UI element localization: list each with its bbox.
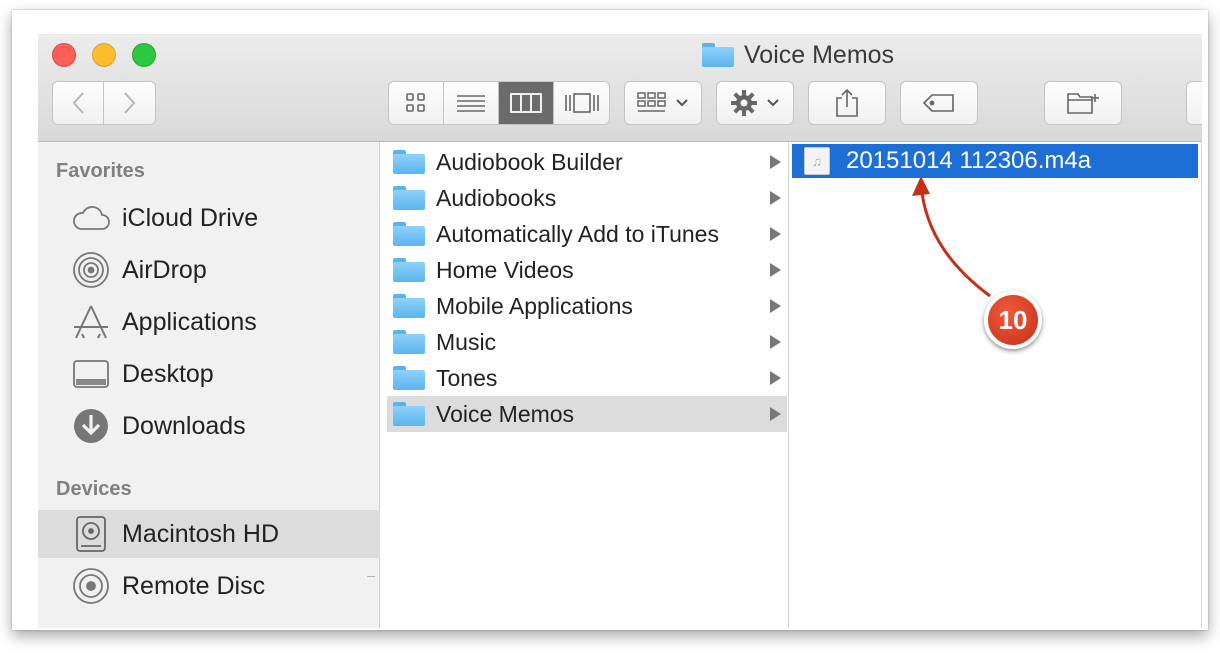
- tag-icon: [922, 94, 954, 112]
- minimize-button[interactable]: [92, 43, 116, 67]
- sidebar-item-label: Downloads: [122, 411, 246, 440]
- file-row-label: 20151014 112306.m4a: [846, 147, 1092, 174]
- annotation-badge: 10: [984, 291, 1042, 349]
- tag-button[interactable]: [900, 81, 978, 125]
- folder-row-label: Voice Memos: [436, 400, 575, 427]
- folder-icon: [393, 366, 425, 390]
- gear-icon: [731, 90, 757, 116]
- downloads-icon: [72, 407, 110, 445]
- sidebar-item-applications[interactable]: Applications: [38, 298, 380, 346]
- zoom-button[interactable]: [132, 43, 156, 67]
- back-forward-control: [52, 81, 156, 125]
- icon-view-button[interactable]: [389, 82, 444, 124]
- folder-row[interactable]: Mobile Applications: [387, 288, 787, 324]
- folder-icon: [393, 186, 425, 210]
- hard-drive-icon: [72, 515, 110, 553]
- close-button[interactable]: [52, 43, 76, 67]
- column-view-button[interactable]: [499, 82, 554, 124]
- disc-icon: [72, 567, 110, 605]
- share-icon: [836, 88, 858, 117]
- disclosure-arrow-icon: [770, 407, 781, 421]
- folder-row[interactable]: Tones: [387, 360, 787, 396]
- folder-row-selected[interactable]: Voice Memos: [387, 396, 787, 432]
- folder-icon: [393, 258, 425, 282]
- forward-button[interactable]: [104, 82, 155, 124]
- toolbar: Voice Memos: [38, 34, 1202, 142]
- folder-icon: [393, 402, 425, 426]
- folder-row-label: Audiobooks: [436, 184, 557, 211]
- back-button[interactable]: [53, 82, 104, 124]
- chevron-down-icon: [676, 99, 688, 107]
- folder-row-label: Tones: [436, 364, 498, 391]
- sidebar-item-label: AirDrop: [122, 255, 207, 284]
- sidebar-item-macintosh-hd[interactable]: Macintosh HD: [38, 510, 380, 558]
- folder-row[interactable]: Home Videos: [387, 252, 787, 288]
- new-folder-icon: [1067, 93, 1099, 114]
- cover-flow-icon: [564, 93, 599, 113]
- audio-file-icon: ♫: [804, 147, 830, 175]
- sidebar-item-icloud-drive[interactable]: iCloud Drive: [38, 194, 380, 242]
- cloud-icon: [72, 199, 110, 237]
- applications-icon: [72, 303, 110, 341]
- chevron-right-icon: [123, 92, 135, 114]
- column-2-list: ♫ 20151014 112306.m4a: [790, 142, 1202, 628]
- sidebar-item-downloads[interactable]: Downloads: [38, 402, 380, 450]
- sidebar-item-label: iCloud Drive: [122, 203, 259, 232]
- grid-icon: [406, 93, 425, 112]
- folder-row-label: Audiobook Builder: [436, 148, 623, 175]
- sidebar-item-remote-disc[interactable]: Remote Disc: [38, 562, 380, 610]
- folder-row-label: Mobile Applications: [436, 292, 633, 319]
- disclosure-arrow-icon: [770, 155, 781, 169]
- folder-row[interactable]: Automatically Add to iTunes: [387, 216, 787, 252]
- search-button-partial[interactable]: [1186, 81, 1202, 125]
- window-title: Voice Memos: [702, 40, 894, 70]
- folder-row-label: Automatically Add to iTunes: [436, 220, 719, 247]
- arrange-button[interactable]: [624, 81, 702, 125]
- disclosure-arrow-icon: [770, 335, 781, 349]
- list-icon: [457, 95, 485, 112]
- sidebar-item-label: Remote Disc: [122, 571, 266, 600]
- list-view-button[interactable]: [444, 82, 499, 124]
- folder-icon: [393, 222, 425, 246]
- disclosure-arrow-icon: [770, 299, 781, 313]
- share-button[interactable]: [808, 81, 886, 125]
- desktop-icon: [72, 355, 110, 393]
- cover-flow-button[interactable]: [554, 82, 609, 124]
- sidebar-item-label: Macintosh HD: [122, 519, 279, 548]
- window-title-text: Voice Memos: [744, 40, 895, 69]
- folder-row[interactable]: Audiobooks: [387, 180, 787, 216]
- disclosure-arrow-icon: [770, 371, 781, 385]
- folder-row[interactable]: Music: [387, 324, 787, 360]
- folder-icon: [393, 150, 425, 174]
- folder-icon: [393, 330, 425, 354]
- disclosure-arrow-icon: [770, 191, 781, 205]
- folder-row-label: Home Videos: [436, 256, 574, 283]
- folder-icon: [702, 43, 734, 67]
- chevron-down-icon: [767, 99, 779, 107]
- new-folder-button[interactable]: [1044, 81, 1122, 125]
- file-row-selected[interactable]: ♫ 20151014 112306.m4a: [792, 144, 1198, 178]
- folder-icon: [393, 294, 425, 318]
- column-resize-handle[interactable]: [367, 576, 375, 577]
- disclosure-arrow-icon: [770, 227, 781, 241]
- folder-row-label: Music: [436, 328, 497, 355]
- sidebar-item-label: Desktop: [122, 359, 214, 388]
- action-button[interactable]: [716, 81, 794, 125]
- disclosure-arrow-icon: [770, 263, 781, 277]
- chevron-left-icon: [72, 92, 84, 114]
- arrange-icon: [637, 92, 666, 112]
- columns-icon: [510, 93, 542, 113]
- airdrop-icon: [72, 251, 110, 289]
- view-mode-control: [388, 81, 610, 125]
- sidebar-item-desktop[interactable]: Desktop: [38, 350, 380, 398]
- folder-row[interactable]: Audiobook Builder: [387, 144, 787, 180]
- sidebar: Favorites iCloud Drive AirDrop Applicati…: [38, 142, 380, 628]
- sidebar-item-airdrop[interactable]: AirDrop: [38, 246, 380, 294]
- sidebar-header-devices: Devices: [56, 478, 132, 500]
- sidebar-header-favorites: Favorites: [56, 160, 145, 182]
- sidebar-item-label: Applications: [122, 307, 257, 336]
- column-1-list: Audiobook Builder Audiobooks Automatical…: [381, 142, 789, 628]
